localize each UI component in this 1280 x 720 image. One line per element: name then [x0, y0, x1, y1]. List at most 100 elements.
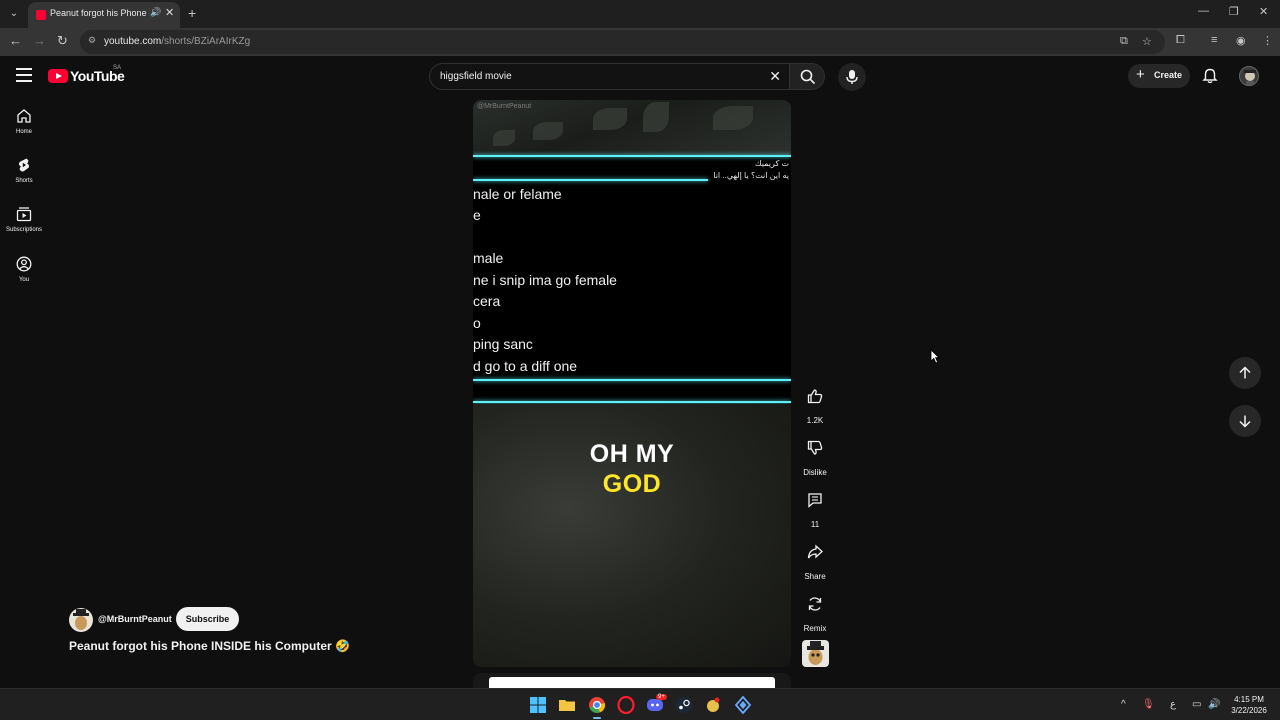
- notifications-bell-icon[interactable]: [1202, 68, 1218, 84]
- arrow-up-icon: [1239, 366, 1251, 379]
- input-language-indicator[interactable]: ع: [1170, 699, 1176, 710]
- dislike-button[interactable]: Dislike: [800, 433, 830, 477]
- comment-icon: [808, 493, 822, 508]
- chrome-icon[interactable]: [588, 696, 606, 714]
- peanut-avatar-icon: [73, 609, 89, 630]
- arabic-subtitle-1: ت كريميك: [755, 159, 789, 168]
- channel-sound-thumbnail[interactable]: [802, 640, 829, 667]
- channel-handle[interactable]: @MrBurntPeanut: [98, 614, 172, 624]
- volume-icon[interactable]: 🔊: [1208, 699, 1220, 710]
- guide-item-home[interactable]: Home: [0, 108, 48, 152]
- guide-item-shorts[interactable]: Shorts: [0, 157, 48, 201]
- extensions-icon[interactable]: ⧠: [1176, 34, 1185, 47]
- browser-menu-icon[interactable]: ⋮: [1262, 34, 1273, 47]
- tray-overflow-icon[interactable]: ^: [1121, 699, 1126, 710]
- install-app-icon[interactable]: ⧉: [1120, 35, 1128, 48]
- search-icon: [800, 69, 816, 85]
- thumbs-up-icon: [807, 389, 823, 404]
- remix-icon: [808, 597, 822, 611]
- previous-short-button[interactable]: [1229, 357, 1261, 389]
- remix-button[interactable]: Remix: [800, 589, 830, 633]
- media-controls-icon[interactable]: ≡: [1211, 34, 1217, 46]
- lyric-line: male: [473, 250, 504, 266]
- tab-audio-icon[interactable]: 🔊: [150, 7, 161, 18]
- notification-badge: 9+: [656, 694, 667, 700]
- app-diamond-icon[interactable]: [734, 696, 752, 714]
- remix-label: Remix: [803, 624, 827, 633]
- shorts-video-player[interactable]: @MrBurntPeanut ت كريميك يه اين انت؟ يا إ…: [473, 100, 791, 667]
- profile-icon[interactable]: ◉: [1236, 34, 1246, 47]
- voice-search-button[interactable]: [838, 63, 866, 91]
- subscribe-button[interactable]: Subscribe: [176, 607, 239, 631]
- clear-search-icon[interactable]: ✕: [769, 68, 781, 85]
- windows-start-icon[interactable]: [529, 696, 547, 714]
- lyric-line: cera: [473, 293, 501, 309]
- url-host: youtube.com: [104, 36, 162, 47]
- guide-label-shorts: Shorts: [15, 178, 33, 184]
- caption-line-1: OH MY: [589, 440, 675, 468]
- lyric-line: ping sanc: [473, 336, 533, 352]
- neon-line: [473, 155, 791, 157]
- comments-button[interactable]: 11: [800, 485, 830, 529]
- shorts-icon: [18, 158, 30, 172]
- comment-count: 11: [810, 520, 820, 529]
- tray-microphone-icon[interactable]: 🎙: [1142, 699, 1155, 710]
- opera-icon[interactable]: [617, 696, 635, 714]
- avatar-face-icon: [1244, 70, 1256, 85]
- forward-icon[interactable]: →: [33, 33, 46, 48]
- guide-item-you[interactable]: You: [0, 256, 48, 300]
- app-icon[interactable]: [704, 696, 722, 714]
- site-info-icon[interactable]: ⚙: [88, 35, 100, 47]
- url-path: /shorts/BZiArAIrKZg: [161, 36, 251, 47]
- create-button[interactable]: + Create: [1128, 64, 1190, 88]
- video-foliage-frame: @MrBurntPeanut: [473, 100, 791, 156]
- tab-close-icon[interactable]: ✕: [165, 6, 174, 19]
- video-watermark: @MrBurntPeanut: [477, 103, 532, 110]
- system-clock[interactable]: 4:15 PM 3/22/2026: [1226, 694, 1272, 716]
- peanut-avatar-icon: [807, 641, 824, 665]
- guide-item-subscriptions[interactable]: Subscriptions: [0, 206, 48, 250]
- minimize-icon[interactable]: —: [1198, 5, 1209, 17]
- neon-line: [473, 379, 791, 381]
- search-button[interactable]: [789, 63, 825, 90]
- address-bar[interactable]: ⚙ youtube.com/shorts/BZiArAIrKZg ⧉ ☆: [80, 30, 1165, 54]
- neon-line: [473, 401, 791, 403]
- browser-toolbar: ← → ↻ ⚙ youtube.com/shorts/BZiArAIrKZg ⧉…: [0, 28, 1280, 56]
- file-explorer-icon[interactable]: [558, 696, 576, 714]
- channel-avatar[interactable]: [69, 608, 93, 632]
- guide-label-home: Home: [15, 129, 32, 135]
- tab-title: Peanut forgot his Phone INSIDE his Compu…: [50, 8, 150, 18]
- mouse-cursor-icon: [930, 349, 940, 364]
- guide-label-subscriptions: Subscriptions: [5, 227, 43, 233]
- microphone-icon: [846, 70, 858, 84]
- thumbs-down-icon: [807, 440, 823, 455]
- caption-line-2: GOD: [602, 470, 662, 498]
- lyric-line: nale or felame: [473, 186, 562, 202]
- lyric-line: d go to a diff one: [473, 358, 578, 374]
- new-tab-icon[interactable]: +: [188, 5, 196, 21]
- steam-icon[interactable]: [675, 696, 693, 714]
- share-button[interactable]: Share: [800, 537, 830, 581]
- reload-icon[interactable]: ↻: [57, 33, 68, 49]
- restore-icon[interactable]: ❐: [1229, 5, 1239, 18]
- video-title[interactable]: Peanut forgot his Phone INSIDE his Compu…: [69, 639, 350, 653]
- guide-menu-icon[interactable]: [16, 68, 32, 82]
- search-input[interactable]: higgsfield movie ✕: [429, 63, 789, 90]
- window-close-icon[interactable]: ✕: [1259, 5, 1268, 18]
- tab-search-icon[interactable]: ⌄: [6, 6, 22, 22]
- back-icon[interactable]: ←: [9, 33, 22, 48]
- neon-line: [473, 179, 708, 181]
- clock-date: 3/22/2026: [1231, 706, 1267, 715]
- create-label: Create: [1154, 70, 1183, 80]
- like-button[interactable]: 1.2K: [800, 381, 830, 425]
- browser-tab-active[interactable]: Peanut forgot his Phone INSIDE his Compu…: [28, 2, 180, 28]
- network-icon[interactable]: ▭: [1192, 699, 1201, 710]
- windows-taskbar: 9+ ^ 🎙 ع ▭ 🔊 4:15 PM 3/22/2026: [0, 688, 1280, 720]
- account-avatar[interactable]: [1239, 66, 1259, 86]
- bookmark-star-icon[interactable]: ☆: [1142, 35, 1152, 48]
- you-icon: [16, 256, 32, 272]
- url-text: youtube.com/shorts/BZiArAIrKZg: [104, 36, 250, 47]
- subscribe-label: Subscribe: [185, 614, 230, 624]
- youtube-header: YouTube SA higgsfield movie ✕ + Create: [0, 56, 1280, 98]
- next-short-button[interactable]: [1229, 405, 1261, 437]
